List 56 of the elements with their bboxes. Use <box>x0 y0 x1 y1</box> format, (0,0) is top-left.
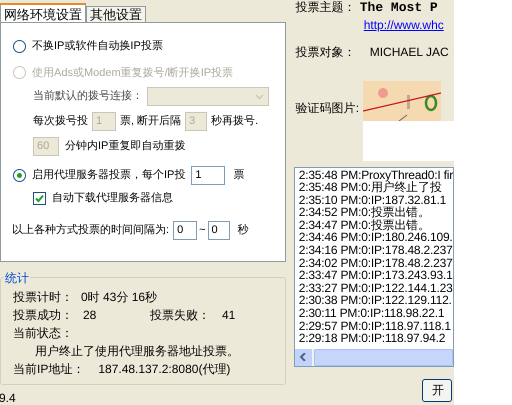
fail-value: 41 <box>222 308 236 323</box>
interval-unit: 秒 <box>238 222 248 238</box>
log-line: 2:35:48 PM:ProxyThread0:I fir <box>298 168 453 182</box>
interval-label: 以上各种方式投票的时间间隔为: <box>12 222 170 238</box>
scroll-left-icon[interactable] <box>294 348 312 366</box>
radio-label: 启用代理服务器投票，每个IP投 <box>32 168 186 184</box>
radio-button[interactable] <box>13 169 26 182</box>
log-line: 2:33:47 PM:0:IP:173.243.93.1 <box>298 269 453 282</box>
tab[interactable]: 其他设置 <box>86 6 146 22</box>
votes-prefix: 每次拨号投 <box>33 114 88 130</box>
start-button[interactable]: 开 <box>422 378 452 402</box>
log-line: 2:34:47 PM:0:投票出错。 <box>298 218 431 232</box>
tab[interactable]: 网络环境设置 <box>0 3 86 22</box>
interval-max-field[interactable]: 0 <box>208 220 230 240</box>
log-line: 2:29:57 PM:0:IP:118.97.118.1 <box>298 320 452 332</box>
log-line: 2:29:18 PM:0:IP:118.97.94.2 <box>298 332 446 345</box>
log-line: 2:34:02 PM:0:IP:178.48.2.237 <box>298 256 453 270</box>
success-label: 投票成功： <box>13 308 74 323</box>
horizontal-scrollbar[interactable] <box>294 348 453 366</box>
captcha-field[interactable] <box>362 120 454 160</box>
log-line: 2:30:11 PM:0:IP:118.98.22.1 <box>298 307 446 320</box>
wait-suffix: 秒再拨号. <box>211 114 258 130</box>
success-value: 28 <box>83 308 98 323</box>
interval-separator: ~ <box>199 222 206 238</box>
log-line: 2:34:52 PM:0:投票出错。 <box>298 206 431 219</box>
status-value: 用户终止了使用代理服务器地址投票。 <box>34 344 240 359</box>
checkbox-label: 自动下载代理服务器信息 <box>52 191 173 206</box>
timer-label: 投票计时： <box>13 290 73 305</box>
log-line: 2:33:27 PM:0:IP:122.144.1.23 <box>298 282 453 294</box>
log-line: 2:30:38 PM:0:IP:122.129.112. <box>298 294 453 308</box>
radio-button[interactable] <box>13 40 26 53</box>
log-line: 2:34:16 PM:0:IP:178.48.2.237 <box>298 244 453 257</box>
fail-label: 投票失败： <box>150 308 211 323</box>
radio-label: 不换IP或软件自动换IP投票 <box>32 39 163 54</box>
proxy-votes-suffix: 票 <box>233 168 244 184</box>
checkbox[interactable] <box>33 192 46 205</box>
log-line: 2:35:10 PM:0:IP:187.32.81.1 <box>298 194 448 206</box>
captcha-label: 验证码图片: <box>296 100 360 116</box>
log-line: 2:34:46 PM:0:IP:180.246.109. <box>298 231 453 244</box>
connection-label: 当前默认的拨号连接： <box>33 88 143 104</box>
log-line: 2:35:48 PM:0:用户终止了投 <box>298 181 443 194</box>
interval-min-field[interactable]: 0 <box>173 220 198 240</box>
target-text: MICHAEL JAC <box>370 44 449 60</box>
timer-value: 0时 43分 16秒 <box>81 290 158 305</box>
minutes-suffix: 分钟内IP重复即自动重拨 <box>65 139 186 154</box>
target-label: 投票对象： <box>296 44 356 60</box>
ip-value: 187.48.137.2:8080(代理) <box>98 362 230 377</box>
subject-text: The Most P <box>360 0 438 17</box>
subject-link[interactable]: http://www.whc <box>364 18 454 32</box>
radio-label: 使用Ads或Modem重复拨号/断开换IP投票 <box>32 66 234 80</box>
subject-label: 投票主题： <box>296 0 356 16</box>
ip-label: 当前IP地址： <box>13 362 84 377</box>
chevron-down-icon <box>255 94 264 100</box>
proxy-votes-field[interactable]: 1 <box>191 166 226 185</box>
votes-suffix: 票, 断开后隔 <box>120 114 182 130</box>
status-label: 当前状态： <box>13 326 74 341</box>
